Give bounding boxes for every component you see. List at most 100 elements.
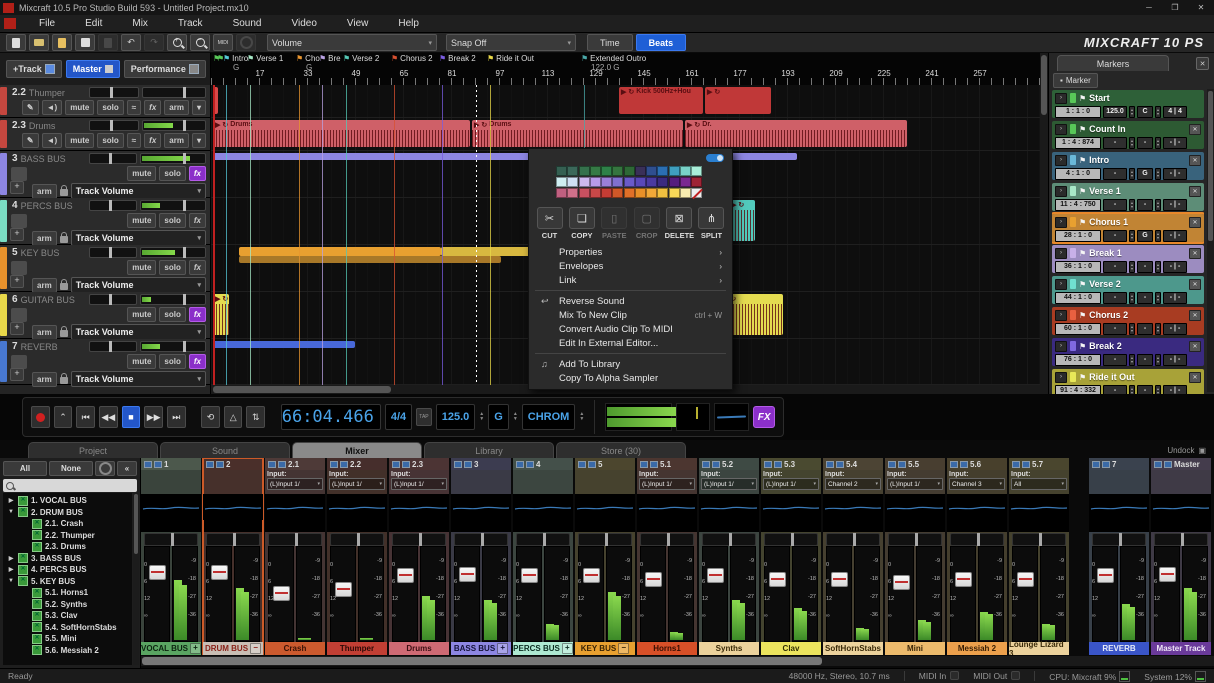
track-pan-slider[interactable] bbox=[89, 294, 137, 305]
fader-handle[interactable] bbox=[583, 568, 600, 583]
marker-delete-button[interactable]: ✕ bbox=[1189, 279, 1201, 290]
input-dropdown[interactable]: (L)Input 1/▾ bbox=[391, 478, 447, 490]
key-display[interactable]: G bbox=[488, 404, 509, 430]
strip-eq-display[interactable] bbox=[327, 494, 387, 520]
color-swatch[interactable] bbox=[556, 177, 567, 187]
context-item-copy-to-alpha-sampler[interactable]: Copy To Alpha Sampler bbox=[529, 371, 732, 385]
track-header-guitar-bus[interactable]: 6GUITAR BUSmutesolofxarmTrack Volume▾+ bbox=[0, 292, 210, 339]
zoom-in-button[interactable]: + bbox=[167, 34, 187, 51]
marker-expand-button[interactable]: › bbox=[1055, 93, 1067, 104]
arrange-vertical-scrollbar[interactable] bbox=[1040, 53, 1048, 394]
track-pan-slider[interactable] bbox=[89, 341, 137, 352]
fx-button[interactable]: fx bbox=[189, 260, 206, 275]
context-item-mix-to-new-clip[interactable]: Mix To New Clipctrl + W bbox=[529, 308, 732, 322]
key-spinner[interactable]: ▴▾ bbox=[1155, 292, 1161, 304]
color-swatch[interactable] bbox=[635, 166, 646, 176]
strip-pan-slider[interactable] bbox=[950, 533, 1004, 546]
audio-clip[interactable] bbox=[441, 247, 541, 256]
marker-key[interactable]: G bbox=[1137, 168, 1153, 180]
fader-handle[interactable] bbox=[707, 568, 724, 583]
mute-button[interactable]: mute bbox=[127, 213, 156, 228]
strip-pan-slider[interactable] bbox=[392, 533, 446, 546]
fader-handle[interactable] bbox=[1017, 572, 1034, 587]
channel-settings-button[interactable] bbox=[95, 461, 115, 476]
tree-item-2-drum-bus[interactable]: ▼✕2. DRUM BUS bbox=[3, 507, 132, 519]
color-swatch[interactable] bbox=[669, 166, 680, 176]
marker-signature[interactable]: - | - bbox=[1163, 230, 1187, 242]
mixer-strip-bass-bus[interactable]: 30612∞-9-18-27-36BASS BUS+ bbox=[451, 458, 511, 655]
menu-mix[interactable]: Mix bbox=[117, 18, 163, 29]
marker-delete-button[interactable]: ✕ bbox=[1189, 310, 1201, 321]
menu-view[interactable]: View bbox=[332, 18, 384, 29]
timeline-marker-flag[interactable]: ⚑Ride it Out bbox=[487, 54, 534, 63]
marker-color-swatch[interactable] bbox=[1070, 372, 1076, 382]
color-swatch[interactable] bbox=[590, 177, 601, 187]
marker-entry-start[interactable]: ›⚑Start1 : 1 : 0125.0▴▾C▴▾4 | 4 bbox=[1052, 90, 1204, 118]
tree-item-5-4-softhornstabs[interactable]: ✕5.4. SoftHornStabs bbox=[3, 622, 132, 634]
timeline-marker-flag[interactable]: ⚑IntroG bbox=[223, 54, 248, 63]
draw-tool-button[interactable]: ✎ bbox=[22, 100, 39, 115]
strip-pan-slider[interactable] bbox=[268, 533, 322, 546]
mixer-strip-clav[interactable]: 5.3Input:(L)Input 1/▾0612∞-9-18-27-36Cla… bbox=[761, 458, 821, 655]
track-volume-slider[interactable] bbox=[140, 294, 206, 305]
color-swatch[interactable] bbox=[669, 188, 680, 198]
track-pan-slider[interactable] bbox=[89, 247, 137, 258]
strip-eq-display[interactable] bbox=[885, 494, 945, 520]
tempo-spinner[interactable]: ▴▾ bbox=[1129, 137, 1135, 149]
strip-fader[interactable]: 0612∞ bbox=[640, 546, 666, 642]
tree-checkbox[interactable]: ✕ bbox=[32, 645, 42, 655]
arm-button[interactable]: arm bbox=[32, 278, 57, 293]
midi-io-button[interactable]: ⇅ bbox=[246, 406, 265, 428]
strip-fader[interactable]: 0612∞ bbox=[702, 546, 728, 642]
strip-pan-slider[interactable] bbox=[1092, 533, 1146, 546]
timeline-marker-flag[interactable]: ⚑Extended Outro122.0 G bbox=[581, 54, 646, 63]
tab-mixer[interactable]: Mixer bbox=[292, 442, 422, 458]
tempo-spinner[interactable]: ▴▾ bbox=[1129, 354, 1135, 366]
marker-signature[interactable]: - | - bbox=[1163, 354, 1187, 366]
track-volume-slider[interactable] bbox=[140, 153, 206, 164]
strip-pan-slider[interactable] bbox=[702, 533, 756, 546]
mute-button[interactable]: mute bbox=[127, 354, 156, 369]
mixer-horizontal-scrollbar[interactable] bbox=[141, 656, 1214, 666]
automation-type-dropdown[interactable]: Volume▾ bbox=[267, 34, 437, 51]
fader-handle[interactable] bbox=[335, 582, 352, 597]
color-swatch[interactable] bbox=[612, 177, 623, 187]
audio-clip[interactable] bbox=[213, 341, 355, 348]
marker-expand-button[interactable]: › bbox=[1055, 217, 1067, 228]
timeline-ruler[interactable]: 1733496581971131291451611771932092252412… bbox=[211, 53, 1040, 86]
tempo-spinner[interactable]: ▴▾ bbox=[1129, 323, 1135, 335]
mixer-strip-synths[interactable]: 5.2Input:(L)Input 1/▾0612∞-9-18-27-36Syn… bbox=[699, 458, 759, 655]
forward-button[interactable]: ▶▶ bbox=[144, 406, 163, 428]
tempo-spinner[interactable]: ▴▾ bbox=[1129, 385, 1135, 395]
draw-tool-button[interactable]: ✎ bbox=[22, 133, 39, 148]
marker-tempo[interactable]: - bbox=[1103, 137, 1127, 149]
fader-handle[interactable] bbox=[397, 568, 414, 583]
marker-expand-button[interactable]: › bbox=[1055, 124, 1067, 135]
fader-handle[interactable] bbox=[955, 572, 972, 587]
context-item-reverse-sound[interactable]: ↩Reverse Sound bbox=[529, 294, 732, 308]
color-swatch[interactable] bbox=[691, 177, 702, 187]
fx-button[interactable]: fx bbox=[189, 213, 206, 228]
menu-edit[interactable]: Edit bbox=[70, 18, 117, 29]
snap-dropdown[interactable]: Snap Off▾ bbox=[446, 34, 576, 51]
track-volume-slider[interactable] bbox=[140, 200, 206, 211]
scrollbar-thumb[interactable] bbox=[1041, 55, 1047, 115]
strip-pan-slider[interactable] bbox=[640, 533, 694, 546]
maximize-button[interactable]: ❐ bbox=[1162, 3, 1188, 12]
key-spinner[interactable]: ▴▾ bbox=[1155, 354, 1161, 366]
strip-pan-slider[interactable] bbox=[578, 533, 632, 546]
key-spinner[interactable]: ▴▾ bbox=[1155, 106, 1161, 118]
marker-delete-button[interactable]: ✕ bbox=[1189, 248, 1201, 259]
track-volume-slider[interactable] bbox=[140, 341, 206, 352]
tree-arrow-icon[interactable]: ▶ bbox=[7, 566, 15, 573]
track-volume-slider[interactable] bbox=[140, 247, 206, 258]
marker-entry-verse-2[interactable]: ›⚑Verse 2✕44 : 1 : 0-▴▾-▴▾- | - bbox=[1052, 276, 1204, 304]
marker-signature[interactable]: - | - bbox=[1163, 385, 1187, 395]
strip-fader[interactable]: 0612∞ bbox=[330, 546, 356, 642]
color-mode-toggle[interactable] bbox=[706, 154, 724, 162]
mixer-strip-percs-bus[interactable]: 40612∞-9-18-27-36PERCS BUS+ bbox=[513, 458, 573, 655]
menu-help[interactable]: Help bbox=[383, 18, 434, 29]
marker-entry-verse-1[interactable]: ›⚑Verse 1✕11 : 4 : 750-▴▾-▴▾- | - bbox=[1052, 183, 1204, 211]
strip-fader[interactable]: 0612∞ bbox=[144, 546, 170, 642]
marker-key[interactable]: - bbox=[1137, 292, 1153, 304]
